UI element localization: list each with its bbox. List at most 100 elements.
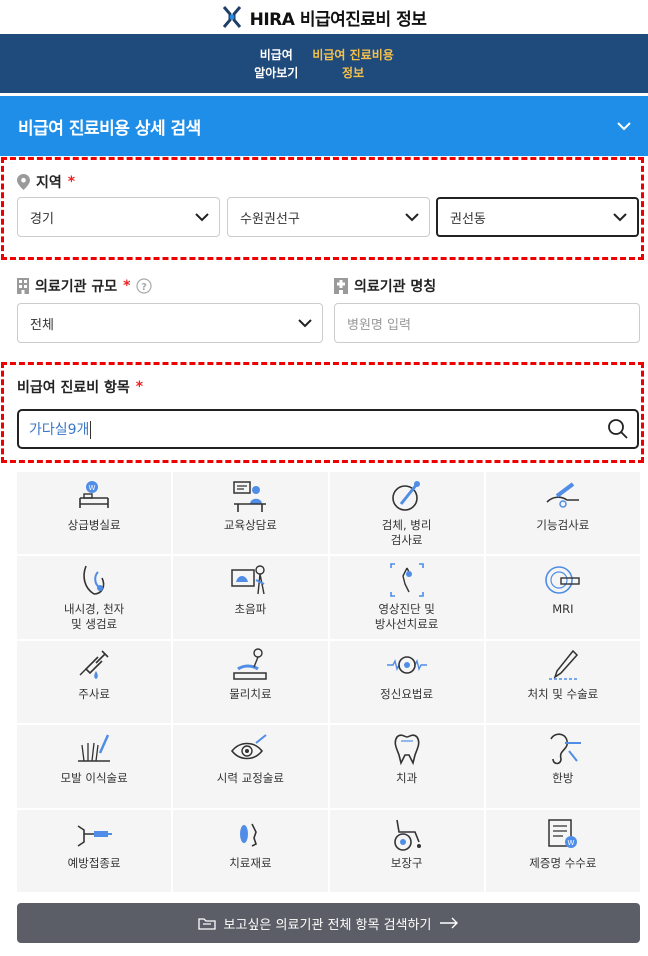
category-label: 치료재료	[229, 855, 272, 870]
chevron-down-icon	[613, 213, 627, 222]
facility-name-placeholder: 병원명 입력	[347, 317, 411, 333]
certificate-icon: W	[541, 814, 585, 854]
category-cell[interactable]: 치료재료	[173, 809, 328, 892]
category-cell[interactable]: 모발 이식술료	[17, 725, 172, 808]
district-select[interactable]: 수원권선구	[227, 197, 430, 237]
category-label: 물리치료	[229, 686, 272, 701]
category-cell[interactable]: 영상진단 및 방사선치료료	[329, 556, 484, 639]
category-cell[interactable]: 처치 및 수술료	[485, 640, 640, 724]
building-icon	[17, 278, 29, 294]
category-cell[interactable]: 정신요법료	[329, 640, 484, 724]
category-cell[interactable]: MRI	[485, 556, 640, 639]
facility-size-select[interactable]: 전체	[17, 303, 323, 343]
category-grid: W 상급병실료 교육상담료 검체, 병리 검사료 기능검사료 내시경, 천자 및…	[17, 472, 640, 892]
search-all-button[interactable]: 보고싶은 의료기관 전체 항목 검색하기	[17, 903, 640, 943]
category-label: 모발 이식술료	[60, 771, 128, 786]
location-pin-icon	[17, 174, 30, 190]
category-label: 상급병실료	[67, 518, 121, 532]
tooth-icon	[385, 729, 429, 769]
required-mark: *	[135, 379, 144, 395]
category-label: 내시경, 천자 및 생검료	[64, 602, 125, 632]
category-label: 영상진단 및 방사선치료료	[374, 602, 439, 632]
category-cell[interactable]: 물리치료	[173, 640, 328, 724]
hospital-cross-icon	[334, 278, 348, 294]
category-cell[interactable]: W 상급병실료	[17, 472, 172, 555]
category-cell[interactable]: 보장구	[329, 809, 484, 892]
chevron-down-icon[interactable]	[616, 118, 632, 134]
category-label: 치과	[396, 771, 418, 786]
search-section-header[interactable]: 비급여 진료비용 상세 검색	[0, 96, 648, 156]
dong-value: 권선동	[450, 211, 486, 227]
category-cell[interactable]: 검체, 병리 검사료	[329, 472, 484, 555]
province-select[interactable]: 경기	[17, 197, 220, 237]
required-mark: *	[67, 174, 76, 190]
svg-text:?: ?	[142, 282, 148, 293]
item-search-input[interactable]: 가다실9개	[17, 409, 639, 449]
chevron-down-icon	[405, 213, 419, 222]
help-icon[interactable]: ?	[136, 278, 153, 294]
imaging-icon	[385, 560, 429, 600]
district-value: 수원권선구	[240, 211, 300, 227]
category-cell[interactable]: 한방	[485, 725, 640, 808]
search-section-title: 비급여 진료비용 상세 검색	[18, 118, 201, 139]
chevron-down-icon	[195, 213, 209, 222]
category-label: 기능검사료	[536, 518, 590, 532]
app-header: HIRA 비급여진료비 정보	[0, 0, 648, 34]
dong-select[interactable]: 권선동	[436, 197, 639, 237]
required-mark: *	[123, 278, 131, 294]
injection-icon	[72, 645, 116, 685]
category-cell[interactable]: 시력 교정술료	[173, 725, 328, 808]
category-cell[interactable]: W 제증명 수수료	[485, 809, 640, 892]
search-all-label: 보고싶은 의료기관 전체 항목 검색하기	[223, 917, 432, 933]
category-cell[interactable]: 기능검사료	[485, 472, 640, 555]
facility-name-input[interactable]: 병원명 입력	[334, 303, 640, 343]
hair-transplant-icon	[72, 729, 116, 769]
category-label: 정신요법료	[380, 686, 434, 701]
vaccination-icon	[72, 814, 116, 854]
hospital-bed-icon: W	[72, 476, 116, 516]
facility-size-label-row: 의료기관 규모 * ?	[17, 276, 153, 296]
facility-size-value: 전체	[30, 317, 54, 333]
psychotherapy-icon	[385, 645, 429, 685]
facility-size-label: 의료기관 규모	[35, 279, 118, 295]
item-search-value: 가다실9개	[29, 422, 90, 438]
svg-text:W: W	[567, 839, 574, 847]
endoscope-icon	[72, 560, 116, 600]
region-label-row: 지역 *	[17, 172, 75, 192]
category-label: 처치 및 수술료	[527, 686, 599, 701]
consultation-icon	[228, 476, 272, 516]
ultrasound-icon	[228, 560, 272, 600]
folder-icon	[197, 918, 216, 930]
nav-item-cost-info[interactable]: 비급여 진료비용 정보	[312, 46, 393, 82]
category-cell[interactable]: 예방접종료	[17, 809, 172, 892]
arrow-right-icon	[440, 917, 459, 929]
wheelchair-icon	[385, 814, 429, 854]
facility-name-label: 의료기관 명칭	[354, 279, 437, 295]
facility-name-label-row: 의료기관 명칭	[334, 276, 436, 296]
category-cell[interactable]: 교육상담료	[173, 472, 328, 555]
category-label: 시력 교정술료	[216, 771, 284, 786]
surgery-icon	[541, 645, 585, 685]
search-icon[interactable]	[607, 418, 629, 440]
category-cell[interactable]: 치과	[329, 725, 484, 808]
province-value: 경기	[30, 211, 54, 227]
category-label: 보장구	[390, 855, 423, 870]
category-cell[interactable]: 초음파	[173, 556, 328, 639]
category-label: 검체, 병리 검사료	[381, 518, 432, 547]
category-label: 교육상담료	[223, 518, 277, 532]
category-label: 제증명 수수료	[529, 855, 597, 870]
nav-item-about[interactable]: 비급여 알아보기	[254, 46, 298, 82]
text-caret	[90, 421, 92, 439]
treatment-material-icon	[228, 814, 272, 854]
category-cell[interactable]: 내시경, 천자 및 생검료	[17, 556, 172, 639]
chevron-down-icon	[298, 319, 312, 328]
category-label: MRI	[552, 602, 574, 617]
category-cell[interactable]: 주사료	[17, 640, 172, 724]
category-label: 초음파	[234, 602, 267, 617]
physical-therapy-icon	[228, 645, 272, 685]
specimen-test-icon	[385, 476, 429, 516]
item-label: 비급여 진료비 항목	[17, 380, 130, 396]
app-title: HIRA 비급여진료비 정보	[249, 9, 427, 30]
category-label: 한방	[552, 771, 574, 786]
region-label: 지역	[36, 175, 62, 191]
